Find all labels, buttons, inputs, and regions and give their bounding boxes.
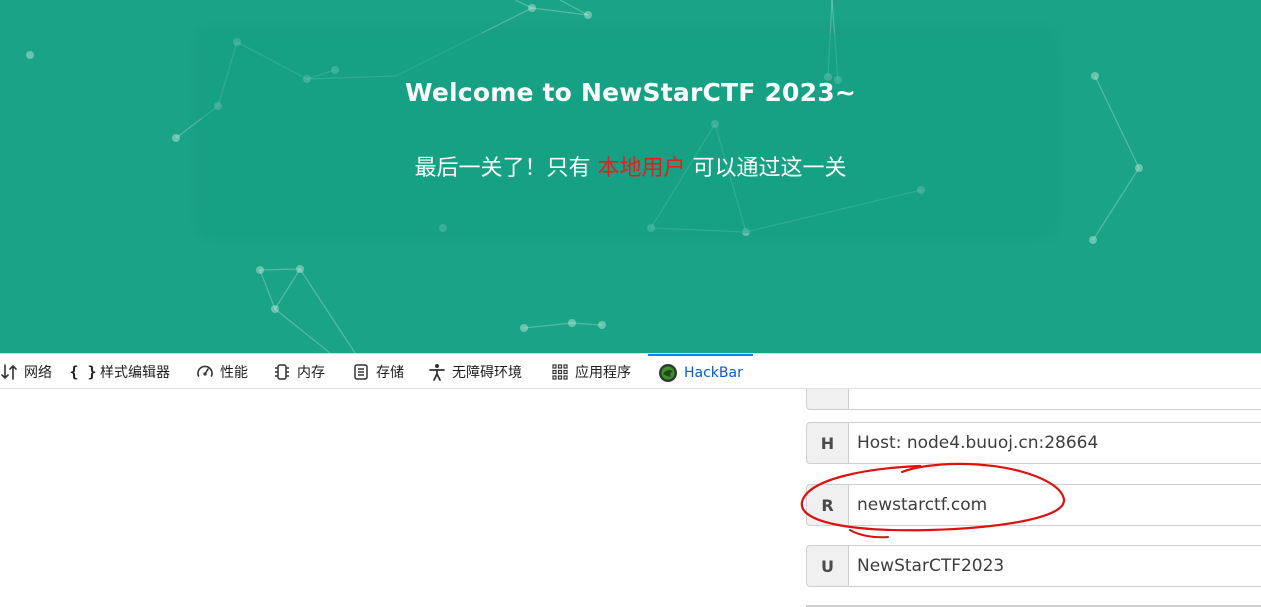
user-agent-header-input[interactable] [849,545,1261,587]
header-row-user-agent: U [806,545,1261,587]
hackbar-logo-icon [658,363,678,383]
subtitle-text-before: 最后一关了！只有 [414,156,591,181]
hackbar-panel: H R U [0,389,1261,607]
referer-header-input[interactable] [849,484,1261,526]
storage-icon [352,363,370,381]
tab-label: 应用程序 [575,364,631,381]
tab-hackbar[interactable]: HackBar [648,354,753,389]
header-row-referer: R [806,484,1261,526]
tab-accessibility[interactable]: 无障碍环境 [428,354,522,389]
tab-label: 内存 [297,364,325,381]
grid-apps-icon [551,363,569,381]
tab-network[interactable]: 网络 [0,354,52,389]
memory-chip-icon [273,363,291,381]
tab-label: 样式编辑器 [100,364,170,381]
subtitle-text-after: 可以通过这一关 [692,156,847,181]
header-key-user-agent: U [806,545,849,587]
header-key [806,389,849,410]
tab-application[interactable]: 应用程序 [551,354,631,389]
network-arrows-icon [0,363,18,381]
tab-label: HackBar [684,364,743,381]
header-key-host: H [806,422,849,464]
page-subtitle: 最后一关了！只有 本地用户 可以通过这一关 [0,150,1261,182]
page-title: Welcome to NewStarCTF 2023~ [405,78,856,107]
header-value-input[interactable] [849,389,1261,410]
tab-label: 网络 [24,364,52,381]
braces-icon: { } [69,362,97,381]
devtools-tab-bar: 网络 { } 样式编辑器 性能 内存 存储 无障碍环境 应用程序 HackBar [0,353,1261,389]
tab-storage[interactable]: 存储 [352,354,404,389]
header-row-clipped [806,389,1261,410]
subtitle-highlight: 本地用户 [597,156,686,181]
tab-memory[interactable]: 内存 [273,354,325,389]
welcome-card [202,33,1052,233]
header-row-host: H [806,422,1261,464]
tab-label: 无障碍环境 [452,364,522,381]
gauge-icon [196,363,214,381]
tab-label: 存储 [376,364,404,381]
host-header-input[interactable] [849,422,1261,464]
web-page: Welcome to NewStarCTF 2023~ 最后一关了！只有 本地用… [0,0,1261,353]
tab-style-editor[interactable]: { } 样式编辑器 [69,354,170,389]
tab-label: 性能 [220,364,248,381]
accessibility-icon [428,363,446,381]
tab-performance[interactable]: 性能 [196,354,248,389]
header-key-referer: R [806,484,849,526]
